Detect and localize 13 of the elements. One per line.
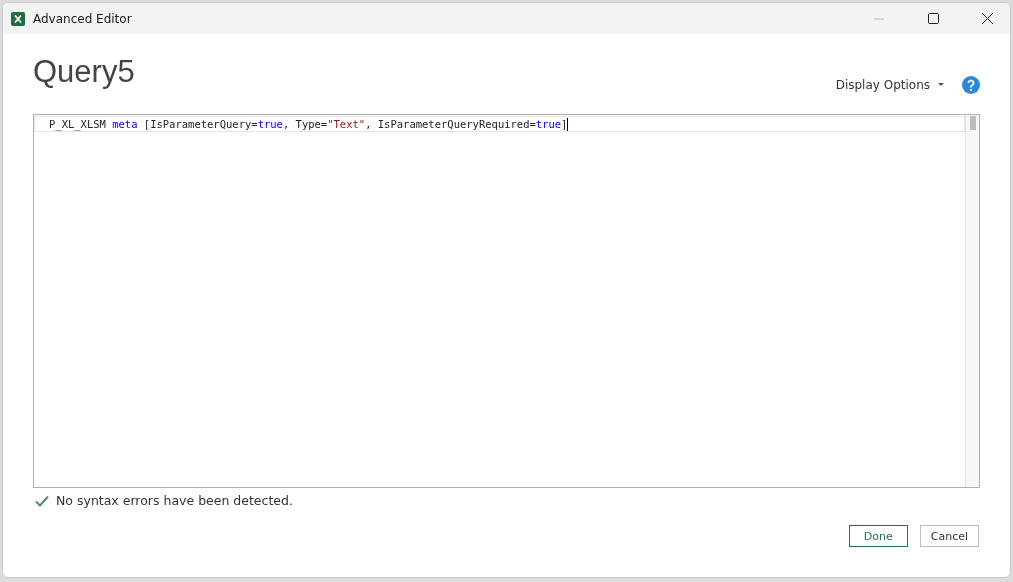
scrollbar[interactable] [965, 115, 979, 487]
close-icon [981, 13, 993, 24]
done-button[interactable]: Done [848, 525, 908, 547]
window-title: Advanced Editor [33, 11, 133, 26]
help-icon[interactable] [962, 76, 980, 94]
excel-icon [11, 11, 25, 26]
display-options-button[interactable]: Display Options [835, 78, 944, 92]
query-title: Query5 [33, 54, 135, 90]
maximize-icon [927, 13, 939, 24]
code-editor[interactable]: P_XL_XLSM meta [IsParameterQuery=true, Type="Text", IsParameterQueryRequired=true] [33, 114, 980, 488]
status-message: No syntax errors have been detected. [56, 493, 293, 508]
cancel-button[interactable]: Cancel [919, 525, 979, 547]
caret-icon [938, 83, 944, 87]
